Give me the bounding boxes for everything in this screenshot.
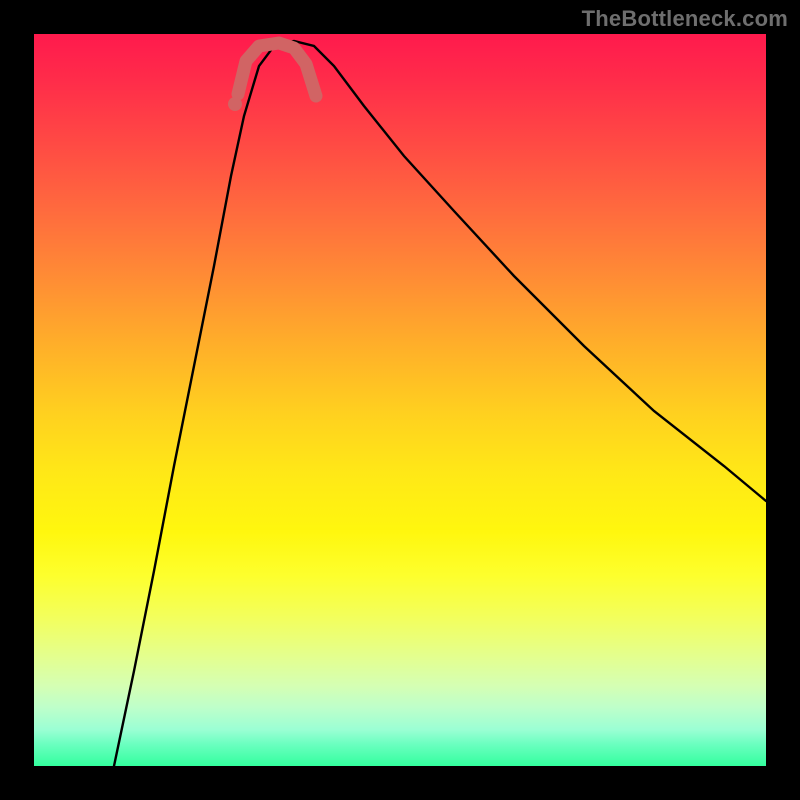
chart-frame: TheBottleneck.com [0, 0, 800, 800]
plot-area [34, 34, 766, 766]
minimum-marker-path [238, 43, 316, 96]
minimum-marker-dot [228, 97, 242, 111]
minimum-marker [228, 43, 316, 111]
watermark-text: TheBottleneck.com [582, 6, 788, 32]
curve-layer [34, 34, 766, 766]
bottleneck-curve [114, 41, 766, 766]
